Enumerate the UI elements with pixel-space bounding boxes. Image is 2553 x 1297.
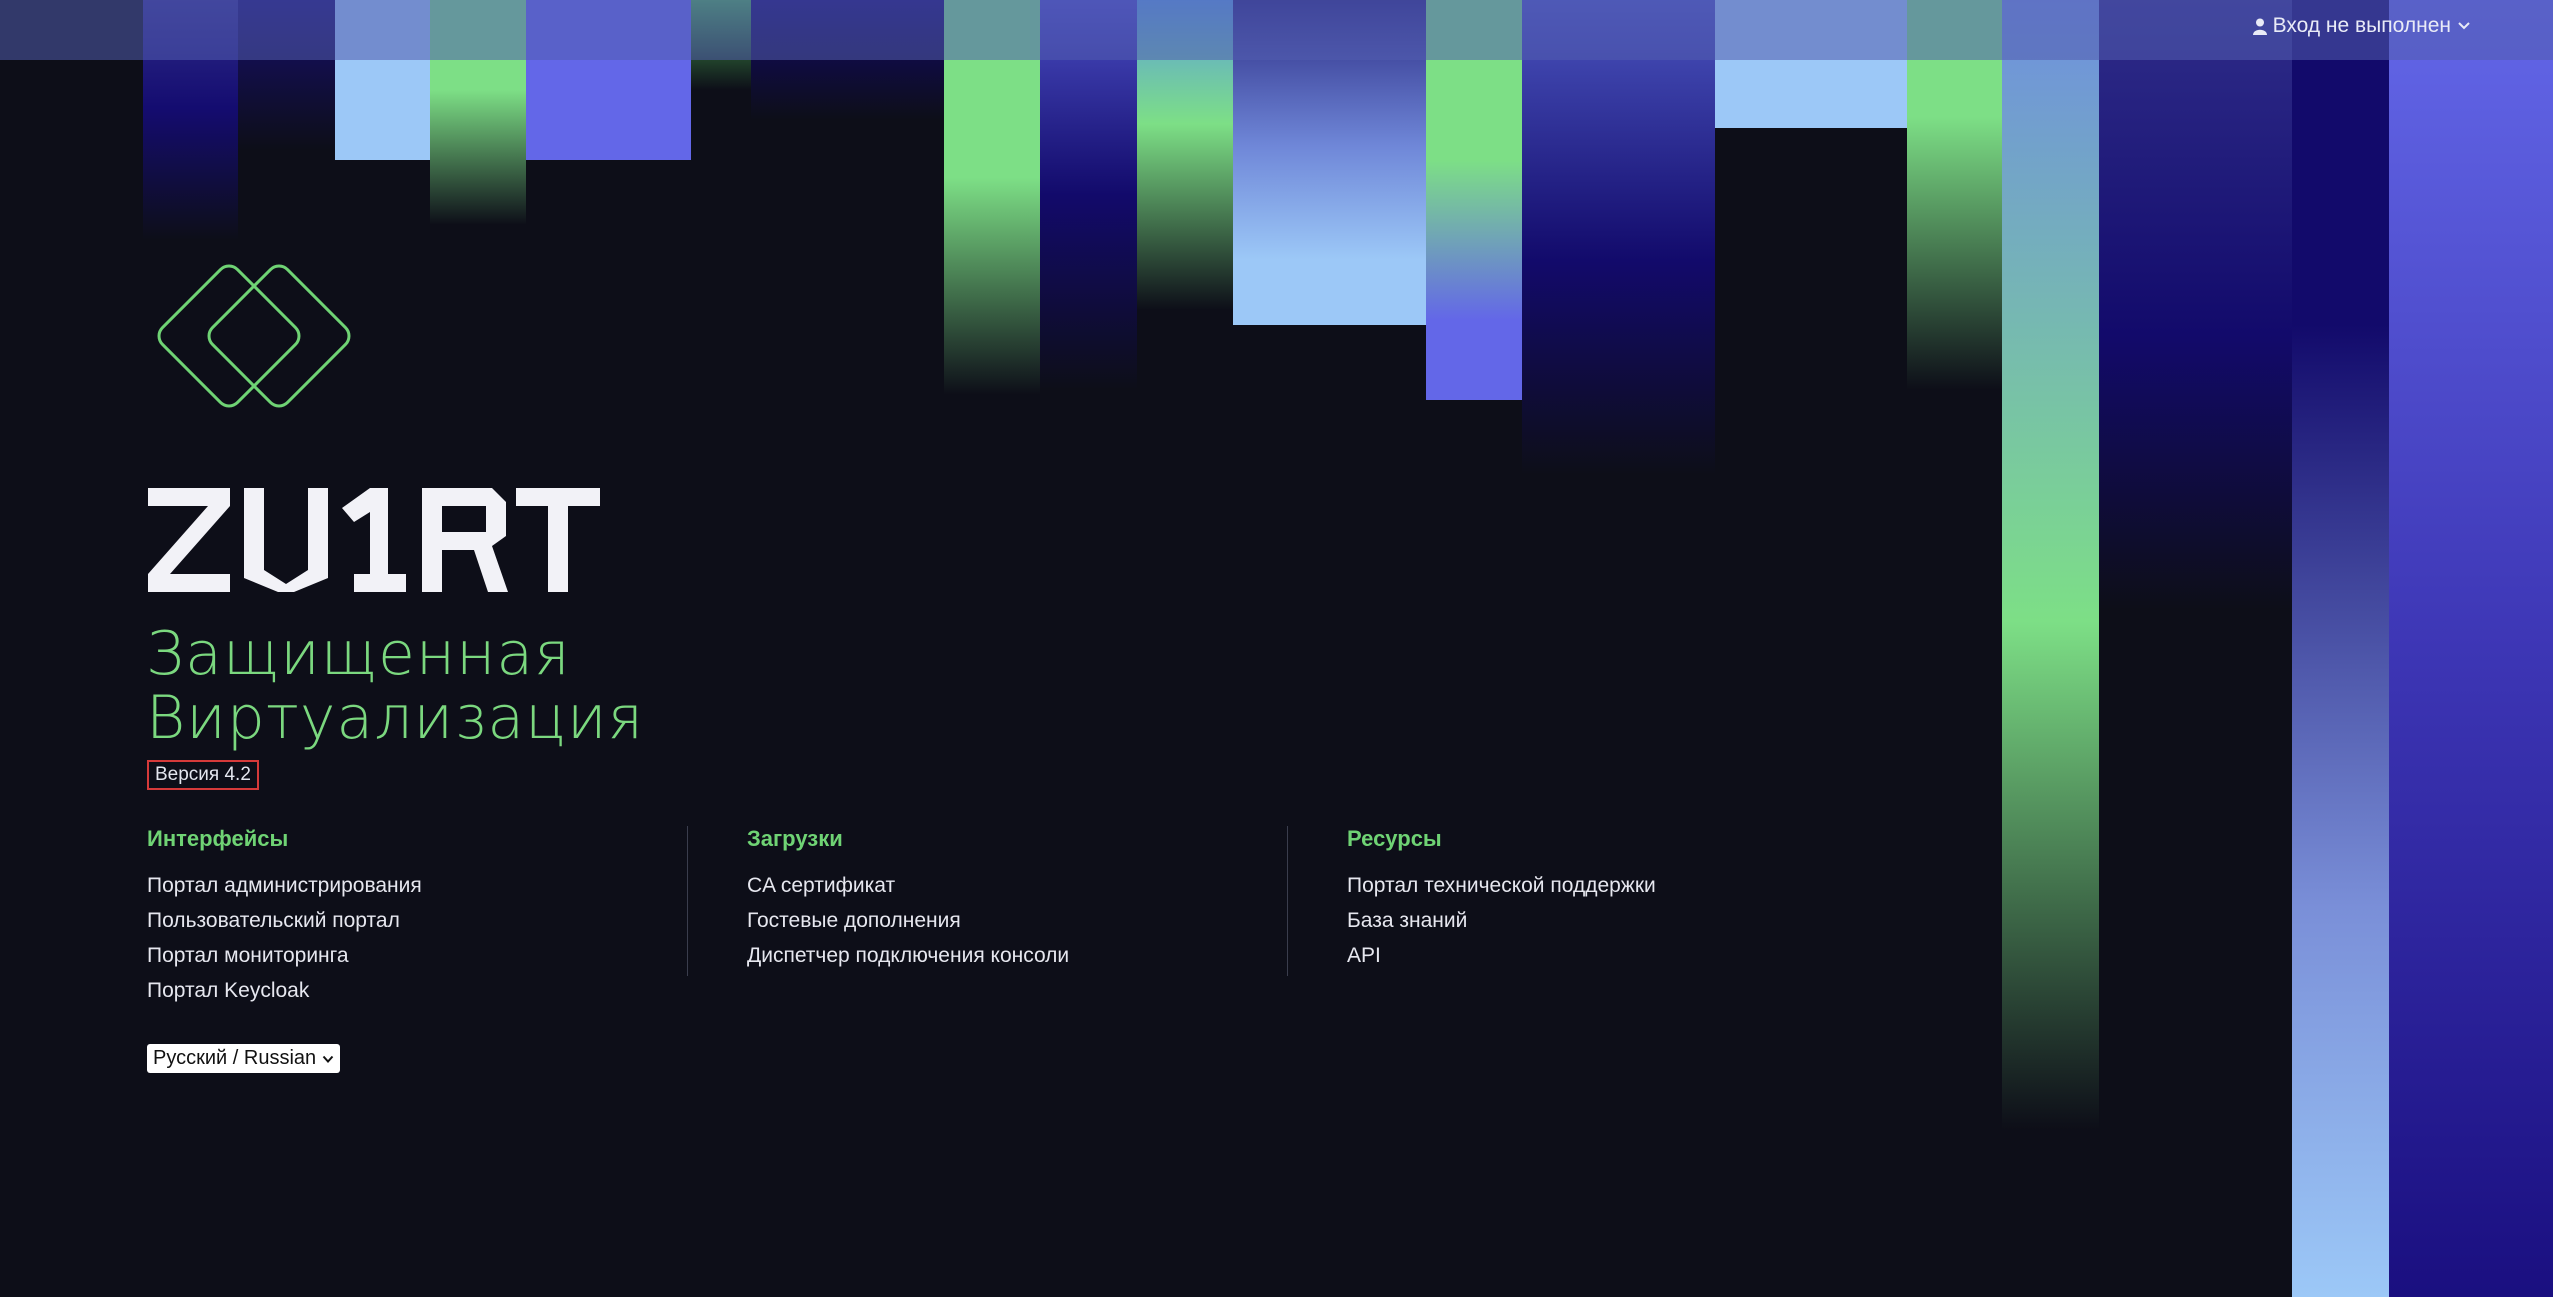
- login-menu[interactable]: Вход не выполнен: [2252, 14, 2471, 38]
- language-selected-label: Русский / Russian: [153, 1047, 317, 1069]
- product-subtitle: Защищенная Виртуализация: [146, 622, 644, 750]
- section-title: Интерфейсы: [147, 826, 289, 851]
- section-downloads: Загрузки CA сертификат Гостевые дополнен…: [687, 826, 1287, 1008]
- subtitle-line: Виртуализация: [146, 683, 645, 753]
- link-api[interactable]: API: [1347, 938, 1887, 973]
- user-icon: [2252, 18, 2267, 35]
- decor-bar: [2099, 0, 2292, 610]
- link-console-manager[interactable]: Диспетчер подключения консоли: [747, 938, 1287, 973]
- link-user-portal[interactable]: Пользовательский портал: [147, 903, 687, 938]
- section-interfaces: Интерфейсы Портал администрирования Поль…: [147, 826, 687, 1008]
- top-header: [0, 0, 2553, 60]
- subtitle-line: Защищенная: [146, 619, 571, 689]
- link-support-portal[interactable]: Портал технической поддержки: [1347, 868, 1887, 903]
- page: Вход не выполнен Защищенная Виртуализаци…: [0, 0, 2553, 1297]
- decor-bar: [2002, 0, 2099, 1130]
- chevron-down-icon: [322, 1047, 334, 1070]
- decor-bar: [2292, 0, 2389, 1297]
- login-status-label: Вход не выполнен: [2272, 14, 2451, 37]
- decor-bar: [2389, 0, 2553, 1297]
- language-select[interactable]: Русский / Russian: [147, 1044, 341, 1073]
- section-resources: Ресурсы Портал технической поддержки Баз…: [1287, 826, 1887, 1008]
- link-knowledge-base[interactable]: База знаний: [1347, 903, 1887, 938]
- version-badge: Версия 4.2: [147, 760, 259, 790]
- zvirt-wordmark-logo: [148, 488, 600, 592]
- column-divider: [687, 826, 688, 976]
- link-admin-portal[interactable]: Портал администрирования: [147, 868, 687, 903]
- chevron-down-icon: [2457, 21, 2471, 31]
- diamond-logo-icon: [157, 264, 351, 408]
- decor-bar: [1522, 0, 1715, 475]
- link-keycloak-portal[interactable]: Портал Keycloak: [147, 973, 687, 1008]
- link-ca-certificate[interactable]: CA сертификат: [747, 868, 1287, 903]
- section-title: Ресурсы: [1347, 826, 1442, 851]
- link-columns: Интерфейсы Портал администрирования Поль…: [147, 826, 1887, 1008]
- section-title: Загрузки: [747, 826, 843, 851]
- link-monitoring-portal[interactable]: Портал мониторинга: [147, 938, 687, 973]
- column-divider: [1287, 826, 1288, 976]
- link-guest-tools[interactable]: Гостевые дополнения: [747, 903, 1287, 938]
- decor-bar: [1426, 0, 1522, 400]
